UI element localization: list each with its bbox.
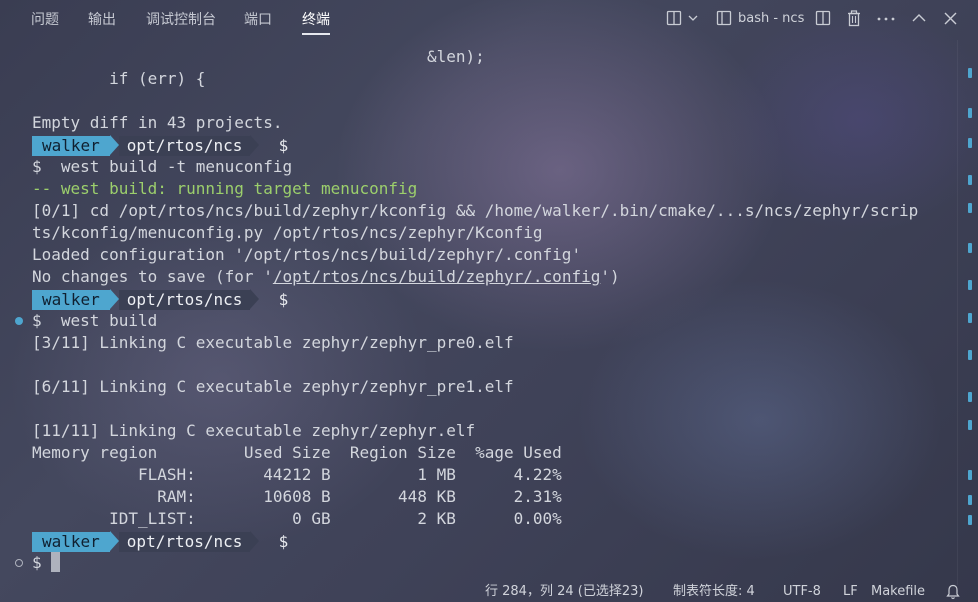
scrollbar-marker [968, 108, 972, 118]
terminal-line: ts/kconfig/menuconfig.py /opt/rtos/ncs/z… [32, 223, 543, 242]
prompt-user: walker [32, 136, 110, 156]
terminal-line: Empty diff in 43 projects. [32, 113, 283, 132]
scrollbar-marker [968, 243, 972, 253]
scrollbar-marker [968, 392, 972, 402]
terminal-line: Memory region Used Size Region Size %age… [32, 443, 562, 462]
scrollbar-marker [968, 138, 972, 148]
prompt-separator-arrow [109, 531, 119, 551]
scrollbar-marker [968, 495, 972, 505]
maximize-chevron-up-icon[interactable] [912, 13, 926, 23]
prompt-path: opt/rtos/ncs [118, 136, 251, 156]
terminal-line: [11/11] Linking C executable zephyr/zeph… [32, 421, 476, 440]
scrollbar-marker [968, 350, 972, 360]
command-decoration-pending[interactable] [15, 559, 23, 567]
terminal-line: [6/11] Linking C executable zephyr/zephy… [32, 377, 514, 396]
terminal-line: &len); [32, 47, 485, 66]
scrollbar-marker [968, 515, 972, 525]
terminal-line: $ west build [32, 311, 158, 330]
terminal-line: -- west build: running target menuconfig [32, 179, 418, 198]
terminal-text: ') [600, 267, 620, 286]
split-terminal-icon[interactable] [815, 10, 831, 26]
tab-debug-console[interactable]: 调试控制台 [146, 10, 216, 30]
prompt-dollar: $ [259, 136, 289, 155]
bell-icon[interactable] [946, 583, 960, 601]
terminal-line: IDT_LIST: 0 GB 2 KB 0.00% [32, 509, 562, 528]
tab-problems[interactable]: 问题 [31, 10, 59, 30]
active-tab-indicator [302, 33, 330, 35]
terminal-line: Loaded configuration '/opt/rtos/ncs/buil… [32, 245, 582, 264]
terminal-line: $ [32, 552, 61, 574]
terminal-line: No changes to save (for '/opt/rtos/ncs/b… [32, 266, 620, 288]
scrollbar-marker [968, 313, 972, 323]
panel-header: 问题 输出 调试控制台 端口 终端 bash - ncs [0, 0, 978, 38]
terminal-line: RAM: 10608 B 448 KB 2.31% [32, 487, 562, 506]
file-path-link[interactable]: /opt/rtos/ncs/build/zephyr/.config [273, 267, 601, 286]
trash-icon[interactable] [846, 10, 862, 27]
prompt-line: walker opt/rtos/ncs $ [32, 135, 288, 157]
prompt-path: opt/rtos/ncs [118, 290, 251, 310]
cursor-position[interactable]: 行 284，列 24 (已选择23) [485, 583, 643, 601]
terminal-output[interactable]: &len); if (err) { Empty diff in 43 projec… [0, 46, 960, 586]
terminal-icon[interactable] [716, 10, 732, 26]
more-icon[interactable] [877, 17, 895, 21]
prompt-separator-arrow [109, 135, 119, 155]
prompt-line: walker opt/rtos/ncs $ [32, 531, 288, 553]
tab-output[interactable]: 输出 [88, 10, 116, 30]
terminal-name[interactable]: bash - ncs [738, 11, 804, 26]
scrollbar-marker [968, 470, 972, 480]
scrollbar-marker [968, 68, 972, 78]
terminal-line: [3/11] Linking C executable zephyr/zephy… [32, 333, 514, 352]
terminal-text: $ [32, 553, 52, 572]
prompt-line: walker opt/rtos/ncs $ [32, 289, 288, 311]
scrollbar-marker [968, 280, 972, 290]
close-icon[interactable] [944, 12, 957, 25]
scrollbar-marker [968, 420, 972, 430]
prompt-separator-arrow [109, 289, 119, 309]
prompt-path: opt/rtos/ncs [118, 532, 251, 552]
split-layout-icon[interactable] [666, 10, 682, 26]
encoding[interactable]: UTF-8 [783, 583, 821, 601]
prompt-user: walker [32, 290, 110, 310]
scrollbar-marker [968, 175, 972, 185]
prompt-dollar: $ [259, 290, 289, 309]
terminal-line: if (err) { [32, 69, 206, 88]
prompt-dollar: $ [259, 532, 289, 551]
scrollbar-marker [968, 203, 972, 213]
tab-ports[interactable]: 端口 [244, 10, 272, 30]
language-mode[interactable]: Makefile [871, 583, 925, 601]
terminal-text: No changes to save (for ' [32, 267, 273, 286]
tab-size[interactable]: 制表符长度: 4 [673, 583, 755, 601]
command-decoration-success[interactable] [15, 317, 23, 325]
prompt-user: walker [32, 532, 110, 552]
tab-terminal[interactable]: 终端 [302, 10, 330, 30]
line-ending[interactable]: LF [843, 583, 858, 601]
terminal-cursor [51, 552, 61, 572]
terminal-line: $ west build -t menuconfig [32, 157, 293, 176]
chevron-down-icon[interactable] [688, 13, 698, 23]
terminal-line: FLASH: 44212 B 1 MB 4.22% [32, 465, 562, 484]
status-bar: 行 284，列 24 (已选择23) 制表符长度: 4 UTF-8 LF Mak… [0, 580, 978, 602]
terminal-line: [0/1] cd /opt/rtos/ncs/build/zephyr/kcon… [32, 201, 919, 220]
